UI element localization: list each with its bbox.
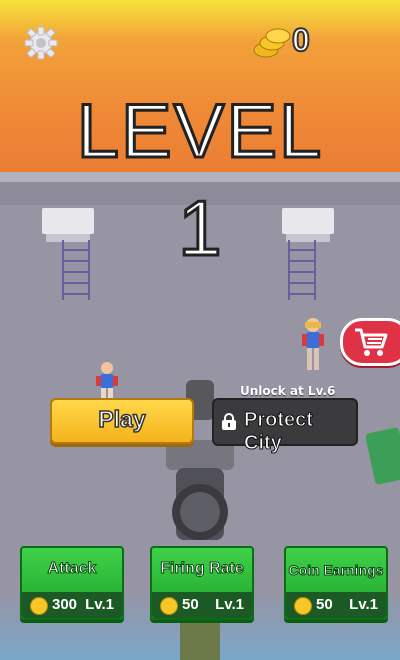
upgrade-level: Lv.1 — [215, 596, 244, 613]
upgrade-info-bar: 50 Lv.1 — [152, 592, 252, 618]
upgrade-coin-earnings-button[interactable]: Coin Earnings 50 Lv.1 — [284, 546, 388, 620]
coin-counter: 0 — [291, 21, 311, 59]
upgrade-info-bar: 300 Lv.1 — [22, 592, 122, 618]
coin-icon — [30, 597, 48, 615]
enemy-figure — [96, 362, 118, 400]
upgrade-firing-rate-button[interactable]: Firing Rate 50 Lv.1 — [150, 546, 254, 620]
play-button-label: Play — [98, 405, 147, 433]
coin-icon — [160, 597, 178, 615]
upgrade-level: Lv.1 — [85, 596, 114, 613]
upgrade-info-bar: 50 Lv.1 — [286, 592, 386, 618]
protect-city-button[interactable]: Protect City — [212, 398, 358, 455]
upgrade-title: Firing Rate — [160, 560, 245, 578]
upgrade-cost: 50 — [316, 596, 333, 613]
upgrade-title: Attack — [47, 560, 97, 578]
level-number: 1 — [177, 184, 223, 272]
coin-stack-icon — [253, 28, 291, 58]
coin-icon — [294, 597, 312, 615]
cart-icon — [355, 328, 388, 356]
gear-icon[interactable] — [24, 26, 58, 60]
upgrade-attack-button[interactable]: Attack 300 Lv.1 — [20, 546, 124, 620]
protect-city-label: Protect City — [244, 409, 314, 455]
play-button[interactable]: Play — [50, 398, 194, 444]
level-title: LEVEL — [75, 89, 324, 174]
shop-button[interactable] — [340, 318, 400, 366]
enemy-figure — [302, 318, 324, 370]
upgrade-cost: 300 — [52, 596, 78, 613]
upgrade-level: Lv.1 — [349, 596, 378, 613]
upgrade-cost: 50 — [182, 596, 199, 613]
lock-icon — [222, 413, 236, 430]
upgrade-title: Coin Earnings — [288, 562, 384, 579]
unlock-hint: Unlock at Lv.6 — [240, 384, 336, 398]
